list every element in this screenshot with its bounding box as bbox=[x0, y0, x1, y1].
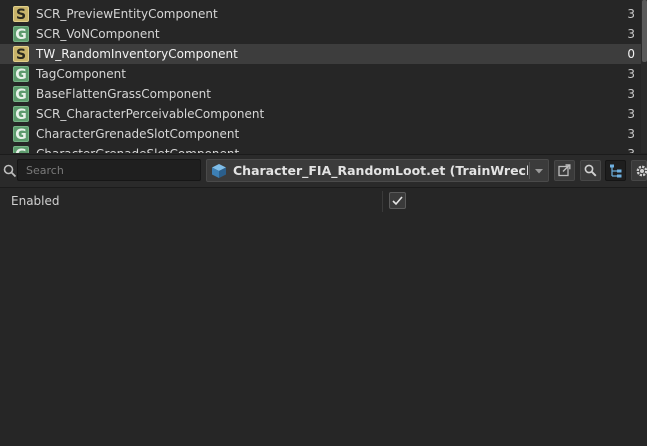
component-name: SCR_PreviewEntityComponent bbox=[36, 7, 218, 21]
find-icon bbox=[584, 164, 597, 177]
entity-cube-icon bbox=[212, 164, 226, 178]
game-component-icon: G bbox=[13, 106, 29, 123]
chevron-down-icon[interactable] bbox=[533, 166, 545, 176]
hierarchy-button[interactable] bbox=[605, 160, 626, 181]
list-item[interactable]: G SCR_CharacterPerceivableComponent 3 bbox=[0, 104, 641, 124]
dropdown-divider bbox=[529, 162, 530, 179]
game-component-icon: G bbox=[13, 26, 29, 43]
component-name: SCR_VoNComponent bbox=[36, 27, 160, 41]
list-item-selected[interactable]: S TW_RandomInventoryComponent 0 bbox=[0, 44, 641, 64]
component-name: CharacterGrenadeSlotComponent bbox=[36, 127, 240, 141]
component-count: 3 bbox=[627, 87, 635, 101]
game-component-icon: G bbox=[13, 146, 29, 153]
property-label: Enabled bbox=[11, 194, 60, 208]
game-component-icon: G bbox=[13, 126, 29, 143]
find-button[interactable] bbox=[580, 160, 601, 181]
list-item[interactable]: G BaseFlattenGrassComponent 3 bbox=[0, 84, 641, 104]
component-name: TW_RandomInventoryComponent bbox=[36, 47, 238, 61]
enabled-checkbox[interactable] bbox=[389, 192, 406, 209]
game-component-icon: G bbox=[13, 86, 29, 103]
list-item[interactable]: G TagComponent 3 bbox=[0, 64, 641, 84]
component-list: S SCR_PreviewEntityComponent 3 G SCR_VoN… bbox=[0, 0, 641, 153]
open-external-icon bbox=[558, 164, 571, 177]
component-count: 3 bbox=[627, 27, 635, 41]
settings-icon bbox=[636, 165, 647, 177]
component-count: 3 bbox=[627, 67, 635, 81]
script-component-icon: S bbox=[13, 6, 29, 23]
component-count: 3 bbox=[627, 144, 635, 153]
component-count: 3 bbox=[627, 127, 635, 141]
hierarchy-icon bbox=[610, 164, 622, 178]
scrollbar-thumb[interactable] bbox=[642, 0, 647, 62]
list-item[interactable]: S SCR_PreviewEntityComponent 3 bbox=[0, 4, 641, 24]
component-count: 3 bbox=[627, 107, 635, 121]
list-item[interactable]: G SCR_VoNComponent 3 bbox=[0, 24, 641, 44]
checkmark-icon bbox=[392, 196, 403, 206]
component-name: TagComponent bbox=[36, 67, 126, 81]
search-icon bbox=[3, 164, 17, 178]
properties-panel: Enabled bbox=[0, 188, 647, 446]
game-component-icon: G bbox=[13, 66, 29, 83]
open-external-button[interactable] bbox=[554, 160, 575, 181]
list-scrollbar[interactable] bbox=[641, 0, 647, 153]
column-divider[interactable] bbox=[382, 191, 383, 212]
search-input[interactable] bbox=[17, 159, 201, 181]
entity-selector-dropdown[interactable]: Character_FIA_RandomLoot.et (TrainWreckL… bbox=[206, 159, 549, 182]
component-name: BaseFlattenGrassComponent bbox=[36, 87, 211, 101]
script-component-icon: S bbox=[13, 46, 29, 63]
list-item[interactable]: G CharacterGrenadeSlotComponent 3 bbox=[0, 124, 641, 144]
settings-button[interactable] bbox=[631, 160, 647, 181]
component-count: 0 bbox=[627, 47, 635, 61]
property-row-enabled: Enabled bbox=[0, 188, 647, 214]
entity-name: Character_FIA_RandomLoot.et (TrainWreckL… bbox=[233, 163, 528, 178]
inspector-toolbar: Character_FIA_RandomLoot.et (TrainWreckL… bbox=[0, 154, 647, 188]
component-name: CharacterGrenadeSlotComponent bbox=[36, 144, 239, 153]
list-item[interactable]: G CharacterGrenadeSlotComponent 3 bbox=[0, 144, 641, 153]
component-name: SCR_CharacterPerceivableComponent bbox=[36, 107, 265, 121]
component-count: 3 bbox=[627, 7, 635, 21]
